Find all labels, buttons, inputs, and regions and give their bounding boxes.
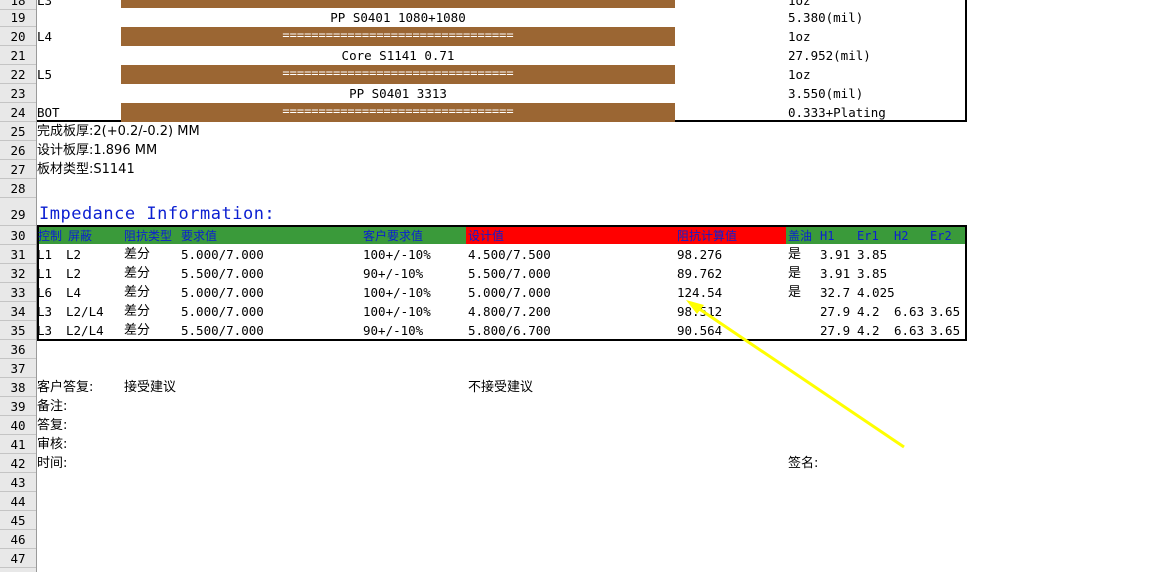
arrow-line xyxy=(691,302,905,449)
yellow-arrow-annotation xyxy=(686,300,905,449)
